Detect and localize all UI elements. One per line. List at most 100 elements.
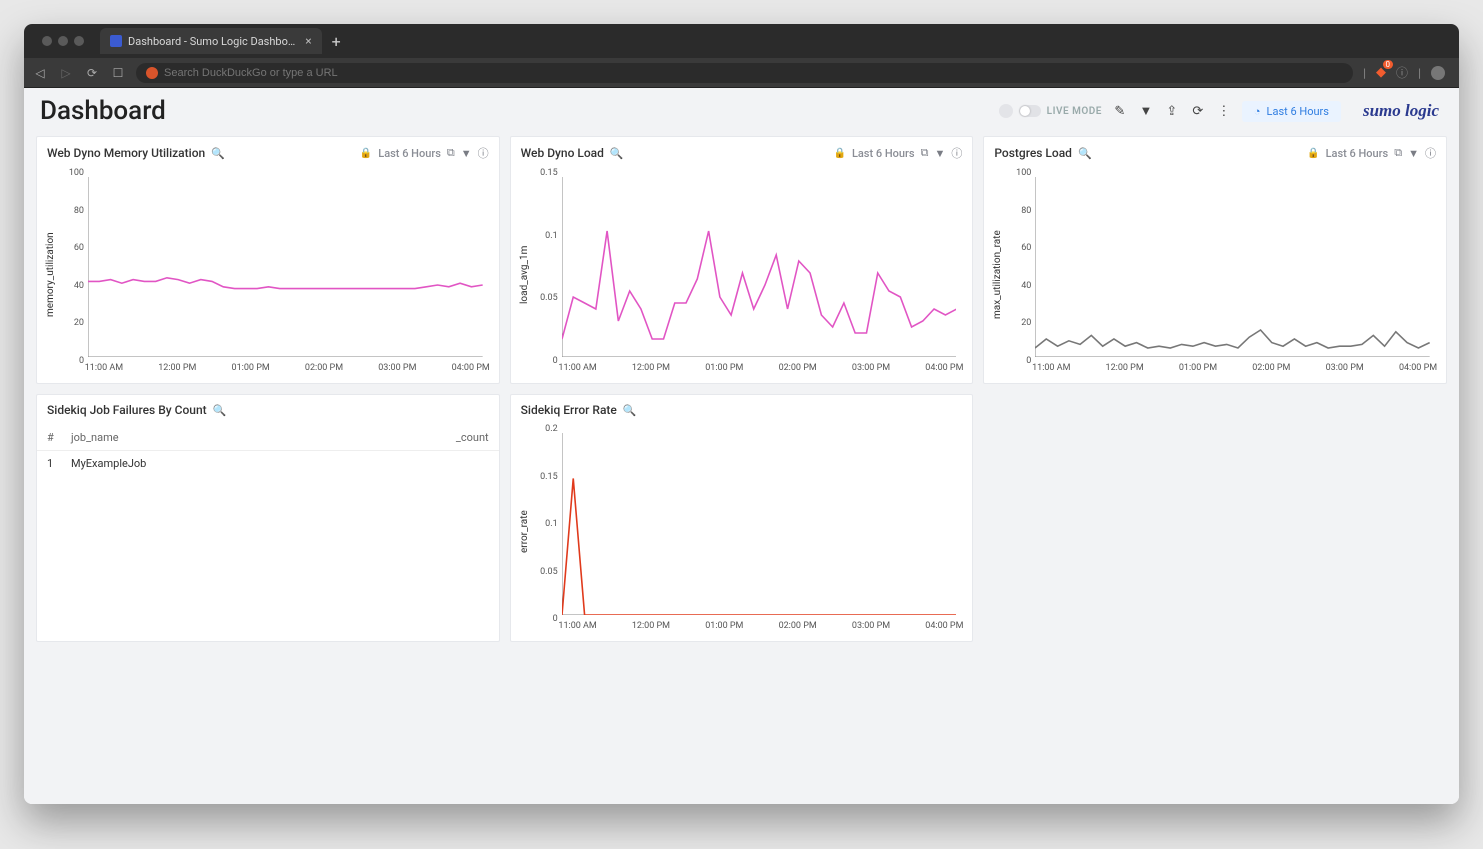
panel-title: Web Dyno Memory Utilization: [47, 146, 205, 160]
info-icon[interactable]: ⓘ: [951, 145, 962, 161]
y-tick: 40: [74, 281, 84, 291]
chart-plot: [88, 177, 483, 357]
menu-icon[interactable]: [1431, 66, 1445, 80]
live-mode-toggle[interactable]: [1019, 105, 1041, 117]
panel-time: Last 6 Hours: [852, 147, 915, 160]
app-header: Dashboard LIVE MODE ✎ ▼ ⇪ ⟳ ⋮ ◔ Last 6 H…: [24, 88, 1459, 136]
lock-icon: 🔒: [360, 148, 372, 159]
window-controls[interactable]: [32, 36, 94, 46]
tab-title: Dashboard - Sumo Logic Dashbo…: [128, 35, 295, 48]
y-tick: 0: [1026, 356, 1031, 366]
x-tick: 03:00 PM: [852, 621, 890, 631]
info-icon[interactable]: ⓘ: [1425, 145, 1436, 161]
magnify-icon[interactable]: 🔍: [213, 404, 227, 417]
x-tick: 04:00 PM: [1399, 363, 1437, 373]
more-icon[interactable]: ⋮: [1216, 104, 1232, 119]
col-count: _count: [429, 431, 489, 444]
cell-num: 1: [47, 457, 71, 470]
x-tick: 01:00 PM: [232, 363, 270, 373]
window-close-dot[interactable]: [42, 36, 52, 46]
col-job: job_name: [71, 431, 429, 444]
bookmark-icon[interactable]: ☐: [110, 66, 126, 80]
browser-tab-bar: Dashboard - Sumo Logic Dashbo… × +: [24, 24, 1459, 58]
back-icon[interactable]: ◁: [32, 66, 48, 80]
filter-icon[interactable]: ▼: [1138, 103, 1154, 119]
magnify-icon[interactable]: 🔍: [623, 404, 637, 417]
x-tick: 03:00 PM: [378, 363, 416, 373]
reload-icon[interactable]: ⟳: [84, 66, 100, 80]
separator: |: [1418, 66, 1421, 80]
panel-title: Postgres Load: [994, 146, 1072, 160]
copy-icon[interactable]: ⧉: [921, 146, 929, 160]
y-tick: 20: [1021, 318, 1031, 328]
y-axis-label: error_rate: [517, 429, 532, 635]
x-tick: 02:00 PM: [1252, 363, 1290, 373]
y-tick: 0: [553, 356, 558, 366]
magnify-icon[interactable]: 🔍: [1078, 147, 1092, 160]
tab-favicon: [110, 35, 122, 47]
window-max-dot[interactable]: [74, 36, 84, 46]
sumo-logo: sumo logic: [1351, 101, 1443, 121]
shield-badge: 0: [1383, 60, 1394, 69]
x-tick: 04:00 PM: [925, 621, 963, 631]
y-tick: 20: [74, 318, 84, 328]
chart-plot: [562, 433, 957, 615]
share-icon[interactable]: ⇪: [1164, 104, 1180, 119]
info-icon[interactable]: ⓘ: [1396, 64, 1408, 81]
panel-sidekiq-failures: Sidekiq Job Failures By Count 🔍 # job_na…: [36, 394, 500, 642]
panel-postgres-load: Postgres Load 🔍 🔒 Last 6 Hours ⧉ ▼ ⓘ max…: [983, 136, 1447, 384]
live-mode-control[interactable]: LIVE MODE: [999, 104, 1102, 118]
x-tick: 01:00 PM: [705, 363, 743, 373]
y-tick: 100: [69, 168, 84, 178]
col-num: #: [47, 431, 71, 444]
y-tick: 80: [1021, 206, 1031, 216]
cell-job: MyExampleJob: [71, 457, 429, 470]
x-tick: 02:00 PM: [779, 621, 817, 631]
x-tick: 04:00 PM: [452, 363, 490, 373]
new-tab-button[interactable]: +: [322, 32, 351, 51]
dashboard-toolbar: LIVE MODE ✎ ▼ ⇪ ⟳ ⋮ ◔ Last 6 Hours sumo …: [999, 101, 1443, 122]
refresh-icon[interactable]: ⟳: [1190, 104, 1206, 119]
panel-body: memory_utilization02040608010011:00 AM12…: [37, 169, 499, 383]
lock-icon: 🔒: [1307, 148, 1319, 159]
info-icon[interactable]: ⓘ: [478, 145, 489, 161]
edit-icon[interactable]: ✎: [1112, 104, 1128, 119]
table-row[interactable]: 1 MyExampleJob: [37, 451, 499, 476]
lock-icon: 🔒: [833, 148, 845, 159]
filter-icon[interactable]: ▼: [934, 147, 945, 160]
x-tick: 03:00 PM: [852, 363, 890, 373]
forward-icon[interactable]: ▷: [58, 66, 74, 80]
panel-time: Last 6 Hours: [1326, 147, 1389, 160]
browser-right-icons: | ◆0 ⓘ |: [1363, 64, 1451, 81]
y-tick: 60: [74, 243, 84, 253]
x-tick: 12:00 PM: [632, 621, 670, 631]
magnify-icon[interactable]: 🔍: [211, 147, 225, 160]
copy-icon[interactable]: ⧉: [447, 146, 455, 160]
clock-icon: ◔: [1254, 105, 1261, 118]
x-tick: 12:00 PM: [1106, 363, 1144, 373]
url-field-wrap[interactable]: [136, 63, 1353, 83]
series-line: [562, 479, 957, 616]
y-tick: 0.05: [540, 567, 558, 577]
chart-plot: [562, 177, 957, 357]
x-tick: 01:00 PM: [1179, 363, 1217, 373]
page-title: Dashboard: [40, 96, 989, 126]
cell-count: [429, 457, 489, 470]
browser-tab[interactable]: Dashboard - Sumo Logic Dashbo… ×: [100, 28, 322, 54]
panel-title: Sidekiq Error Rate: [521, 403, 617, 417]
y-tick: 100: [1016, 168, 1031, 178]
filter-icon[interactable]: ▼: [461, 147, 472, 160]
filter-icon[interactable]: ▼: [1408, 147, 1419, 160]
time-range-picker[interactable]: ◔ Last 6 Hours: [1242, 101, 1341, 122]
x-tick: 02:00 PM: [779, 363, 817, 373]
y-tick: 0.1: [545, 519, 558, 529]
y-tick: 40: [1021, 281, 1031, 291]
copy-icon[interactable]: ⧉: [1394, 146, 1402, 160]
tab-close-icon[interactable]: ×: [305, 34, 311, 48]
magnify-icon[interactable]: 🔍: [610, 147, 624, 160]
shield-icon[interactable]: ◆0: [1376, 65, 1386, 80]
y-tick: 0.15: [540, 168, 558, 178]
y-axis-label: max_utilization_rate: [990, 173, 1005, 377]
url-input[interactable]: [164, 67, 1343, 79]
window-min-dot[interactable]: [58, 36, 68, 46]
